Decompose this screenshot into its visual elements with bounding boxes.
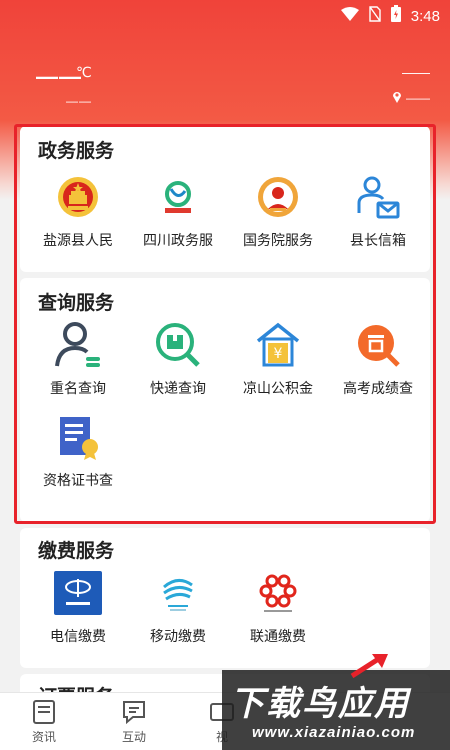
temperature-unit: ℃ bbox=[76, 64, 92, 80]
location-name: —— bbox=[402, 64, 430, 80]
tab-news[interactable]: 资讯 bbox=[14, 699, 74, 745]
watermark-main-text: 下载鸟应用 bbox=[230, 685, 410, 723]
pointer-arrow-icon bbox=[350, 652, 390, 683]
location-sub: —— bbox=[406, 91, 430, 105]
wifi-icon bbox=[340, 6, 359, 26]
weather-widget[interactable]: —— ℃ —— bbox=[36, 64, 92, 108]
status-time: 3:48 bbox=[410, 7, 440, 25]
location-pin-icon bbox=[392, 90, 402, 106]
status-bar: 3:48 bbox=[0, 0, 450, 30]
chat-icon bbox=[121, 699, 147, 725]
pay-item-mobile[interactable]: 移动缴费 bbox=[128, 568, 228, 646]
pay-item-label: 电信缴费 bbox=[50, 628, 106, 644]
watermark-url: www.xiazainiao.com bbox=[252, 724, 416, 741]
news-icon bbox=[31, 699, 57, 725]
pay-item-telecom[interactable]: 电信缴费 bbox=[28, 568, 128, 646]
no-sim-icon bbox=[369, 5, 381, 27]
payment-services-card: 缴费服务 电信缴费 移动缴费 联通缴费 bbox=[20, 528, 430, 668]
china-mobile-icon bbox=[153, 568, 203, 618]
location-row[interactable]: —— bbox=[392, 90, 430, 106]
pay-item-unicom[interactable]: 联通缴费 bbox=[228, 568, 328, 646]
china-unicom-icon bbox=[253, 568, 303, 618]
payment-services-title: 缴费服务 bbox=[38, 541, 115, 562]
pay-item-label: 联通缴费 bbox=[250, 628, 306, 644]
tab-label: 资讯 bbox=[31, 730, 56, 744]
weather-desc: —— bbox=[66, 94, 92, 108]
highlight-frame bbox=[14, 124, 436, 524]
tab-interact[interactable]: 互动 bbox=[104, 699, 164, 745]
site-watermark: 下载鸟应用 www.xiazainiao.com bbox=[222, 670, 450, 750]
tab-label: 互动 bbox=[121, 730, 146, 744]
battery-icon bbox=[390, 5, 401, 27]
china-telecom-icon bbox=[53, 568, 103, 618]
pay-item-label: 移动缴费 bbox=[150, 628, 206, 644]
